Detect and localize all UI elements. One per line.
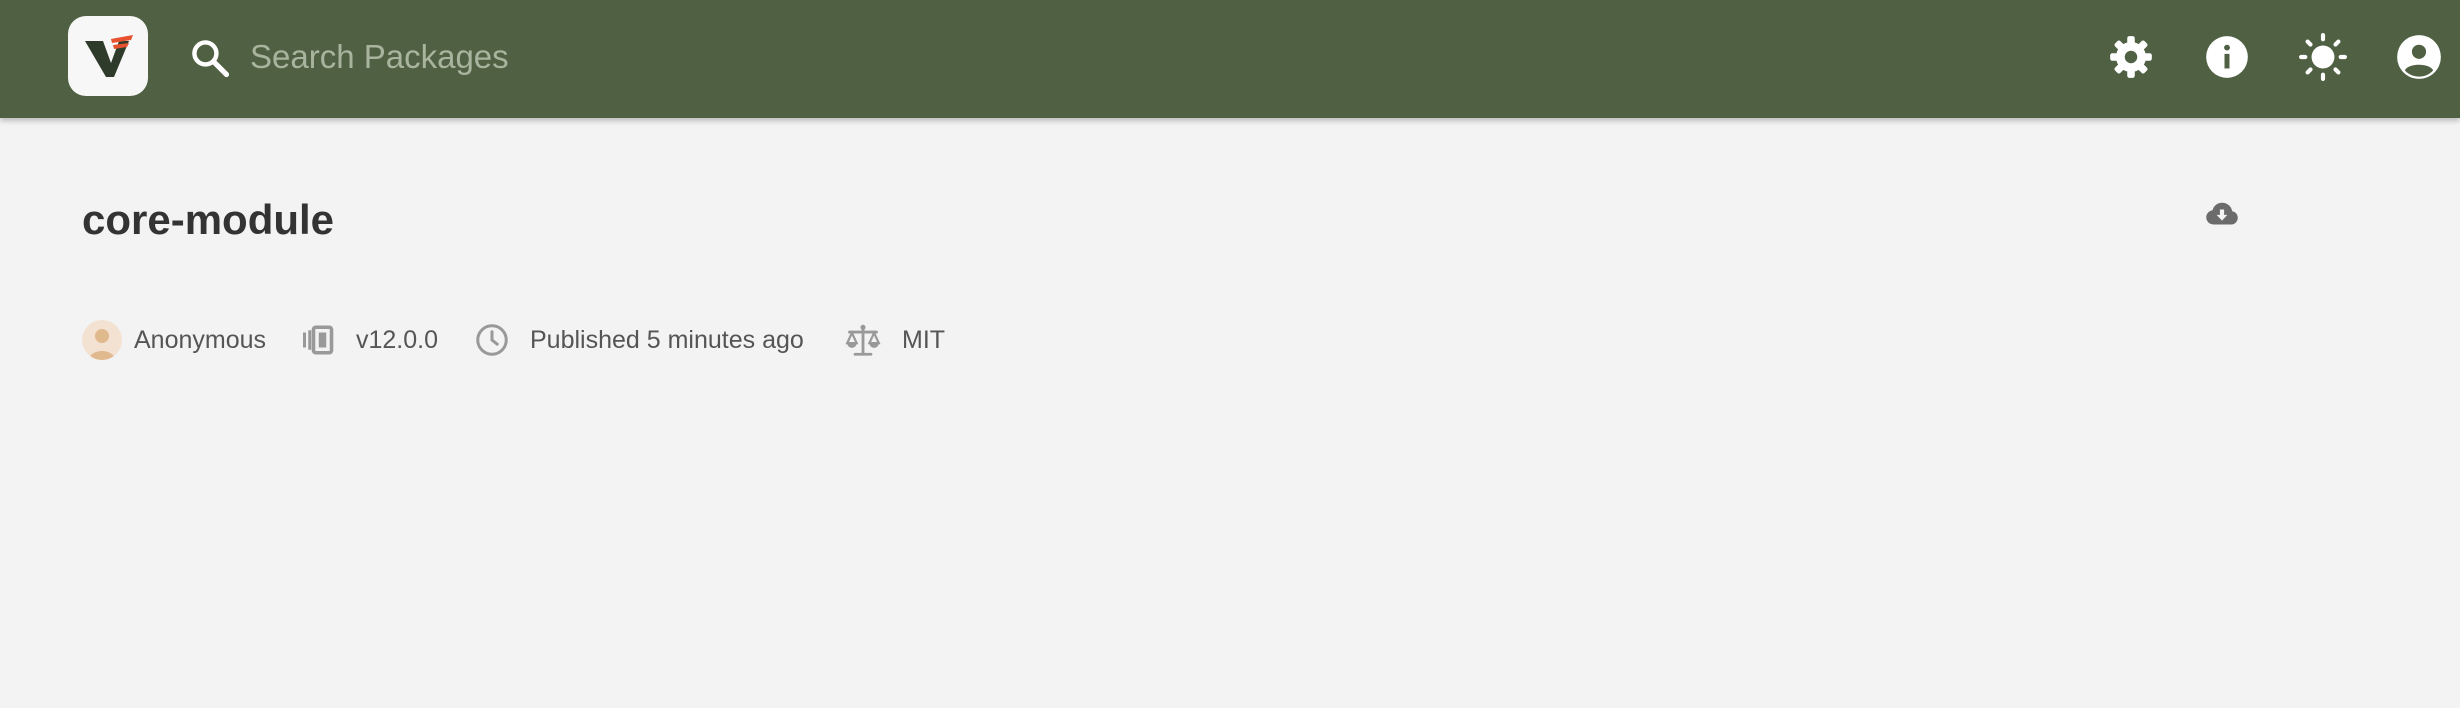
person-icon [89,329,115,360]
author-name: Anonymous [134,325,267,354]
theme-toggle-icon[interactable] [2298,32,2348,82]
clock-icon [476,324,508,356]
license-label: MIT [902,325,946,354]
cloud-download-icon[interactable] [2204,196,2240,232]
versions-icon [303,325,334,355]
version-info: v12.0.0 [300,318,438,362]
home-logo-button[interactable] [68,16,148,96]
search-input[interactable] [250,30,1150,84]
author-avatar [82,320,122,360]
author-info: Anonymous [82,318,266,362]
package-title: core-module [82,196,335,243]
search-icon [192,40,230,78]
license-info: MIT [844,318,945,362]
verdaccio-logo-icon [85,35,133,77]
published-label: Published 5 minutes ago [530,325,804,354]
info-icon[interactable] [2202,32,2252,82]
version-label: v12.0.0 [356,325,439,354]
published-info: Published 5 minutes ago [474,318,804,362]
settings-icon[interactable] [2106,32,2156,82]
account-icon[interactable] [2394,32,2444,82]
scale-icon [845,324,881,356]
top-app-bar [0,0,2460,118]
